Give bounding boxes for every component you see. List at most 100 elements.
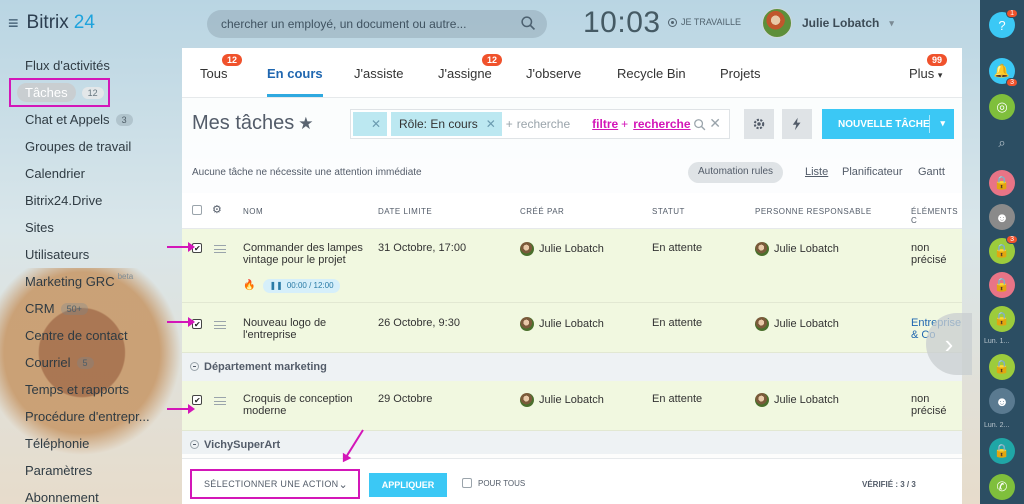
task-responsible[interactable]: Julie Lobatch [755,393,839,407]
new-task-button[interactable]: NOUVELLE TÂCHE ▾ [822,109,954,139]
apply-button[interactable]: APPLIQUER [369,473,447,497]
contact-item[interactable]: ☻ [989,204,1015,230]
contact-item[interactable]: 🔒 [989,306,1015,332]
column-header[interactable]: STATUT [652,207,685,216]
phone-button[interactable]: ✆ [989,474,1015,500]
sidebar-item-drive[interactable]: Bitrix24.Drive [0,187,182,214]
task-creator[interactable]: Julie Lobatch [520,242,604,256]
task-responsible[interactable]: Julie Lobatch [755,242,839,256]
sidebar-item-time-reports[interactable]: Temps et rapports [0,376,182,403]
tab-in-progress[interactable]: En cours [267,66,323,97]
contact-item[interactable]: 🔒 [989,272,1015,298]
table-row[interactable]: Croquis de conception moderne 29 Octobre… [182,381,962,431]
sidebar-item-telephony[interactable]: Téléphonie [0,430,182,457]
sidebar-item-contact-center[interactable]: Centre de contact [0,322,182,349]
column-header[interactable]: PERSONNE RESPONSABLE [755,207,872,216]
action-select[interactable]: SÉLECTIONNER UNE ACTION ⌄ [190,469,360,499]
sidebar-item-marketing[interactable]: Marketing GRC beta [0,268,182,295]
view-list[interactable]: Liste [805,166,828,178]
column-header[interactable]: ÉLÉMENTS C [911,207,962,225]
menu-icon[interactable]: ≡ [8,14,19,32]
filter-chip-role[interactable]: Rôle: En cours ✕ [391,112,502,136]
task-name[interactable]: Croquis de conception moderne [243,393,363,417]
task-deadline[interactable]: 31 Octobre, 17:00 [378,242,466,254]
group-row[interactable]: Département marketing [182,353,962,381]
sidebar-item-chat[interactable]: Chat et Appels 3 [0,106,182,133]
tab-more[interactable]: Plus ▾ 99 [909,54,948,81]
view-planner[interactable]: Planificateur [842,166,903,178]
collapse-icon[interactable] [190,362,199,371]
task-responsible[interactable]: Julie Lobatch [755,317,839,331]
task-deadline[interactable]: 29 Octobre [378,393,432,405]
row-menu-icon[interactable] [214,245,226,253]
search-icon[interactable] [520,15,537,32]
sidebar-item-workflows[interactable]: Procédure d'entrepr... [0,403,182,430]
tab-observing[interactable]: J'observe [526,66,581,81]
search-input[interactable]: chercher un employé, un document ou autr… [207,10,547,38]
close-icon[interactable]: ✕ [486,117,496,131]
task-creator[interactable]: Julie Lobatch [520,393,604,407]
user-menu[interactable]: Julie Lobatch ▾ [762,8,894,38]
row-menu-icon[interactable] [214,397,226,405]
tab-recycle-bin[interactable]: Recycle Bin [617,66,686,81]
gear-icon[interactable]: ⚙ [212,203,222,216]
tab-assigned[interactable]: J'assigne 12 [438,54,503,81]
table-row[interactable]: Nouveau logo de l'entreprise 26 Octobre,… [182,303,962,353]
sidebar-item-sites[interactable]: Sites [0,214,182,241]
star-icon[interactable]: ★ [298,114,313,133]
sidebar-item-activity[interactable]: Flux d'activités [0,52,182,79]
task-creator[interactable]: Julie Lobatch [520,317,604,331]
search-link[interactable]: recherche [633,117,690,131]
automation-button[interactable] [782,109,812,139]
highlight-box: Tâches 12 [9,78,110,107]
sidebar-item-subscription[interactable]: Abonnement [0,484,182,504]
column-header[interactable]: CRÉÉ PAR [520,207,564,216]
filter-bar[interactable]: ✕ Rôle: En cours ✕ + recherche filtre + r… [350,109,730,139]
filter-link[interactable]: filtre [592,117,618,131]
tab-assisting[interactable]: J'assiste [354,66,403,81]
settings-button[interactable] [744,109,774,139]
search-button[interactable]: ⌕ [989,130,1015,156]
contact-item[interactable]: ☻ [989,388,1015,414]
task-name[interactable]: Nouveau logo de l'entreprise [243,317,343,341]
sidebar-item-crm[interactable]: CRM 50+ [0,295,182,322]
row-menu-icon[interactable] [214,321,226,329]
count-badge: 3 [1006,235,1018,244]
contact-item[interactable]: 🔒 3 [989,235,1018,264]
column-header[interactable]: DATE LIMITE [378,207,432,216]
clear-icon[interactable]: ✕ [709,115,721,132]
select-all-checkbox[interactable] [192,205,202,215]
view-gantt[interactable]: Gantt [918,166,945,178]
sidebar-item-tasks[interactable]: Tâches 12 [9,78,182,107]
page-title-text: Mes tâches [192,112,295,134]
sidebar-item-users[interactable]: Utilisateurs [0,241,182,268]
automation-rules-button[interactable]: Automation rules [688,162,784,183]
contact-item[interactable]: 🔒 [989,170,1015,196]
expand-icon[interactable] [190,440,199,449]
contact-item[interactable]: 🔒 [989,438,1015,464]
tab-projects[interactable]: Projets [720,66,760,81]
for-all-checkbox[interactable]: POUR TOUS [462,478,525,488]
chevron-down-icon[interactable]: ▾ [940,118,945,129]
help-button[interactable]: ? 1 [989,9,1018,38]
sidebar-item-mail[interactable]: Courriel 5 [0,349,182,376]
work-status[interactable]: JE TRAVAILLE [668,17,741,27]
tab-all[interactable]: Tous 12 [200,54,243,81]
chat-button[interactable]: ◎ [989,94,1015,120]
logo[interactable]: ≡ Bitrix 24 [8,12,95,34]
contact-item[interactable]: 🔒 [989,354,1015,380]
filter-chip-empty[interactable]: ✕ [353,112,387,136]
sidebar-item-workgroups[interactable]: Groupes de travail [0,133,182,160]
task-name[interactable]: Commander des lampes vintage pour le pro… [243,242,363,266]
close-icon[interactable]: ✕ [371,117,381,131]
checkbox[interactable] [462,478,472,488]
notifications-button[interactable]: 🔔 3 [989,58,1018,87]
sidebar-item-calendar[interactable]: Calendrier [0,160,182,187]
search-icon[interactable] [693,118,707,132]
task-deadline[interactable]: 26 Octobre, 9:30 [378,317,460,329]
table-row[interactable]: Commander des lampes vintage pour le pro… [182,229,962,303]
group-row[interactable]: VichySuperArt [182,431,962,454]
column-header[interactable]: NOM [243,207,263,216]
timer-badge[interactable]: ❚❚ 00:00 / 12:00 [263,279,340,293]
sidebar-item-settings[interactable]: Paramètres [0,457,182,484]
